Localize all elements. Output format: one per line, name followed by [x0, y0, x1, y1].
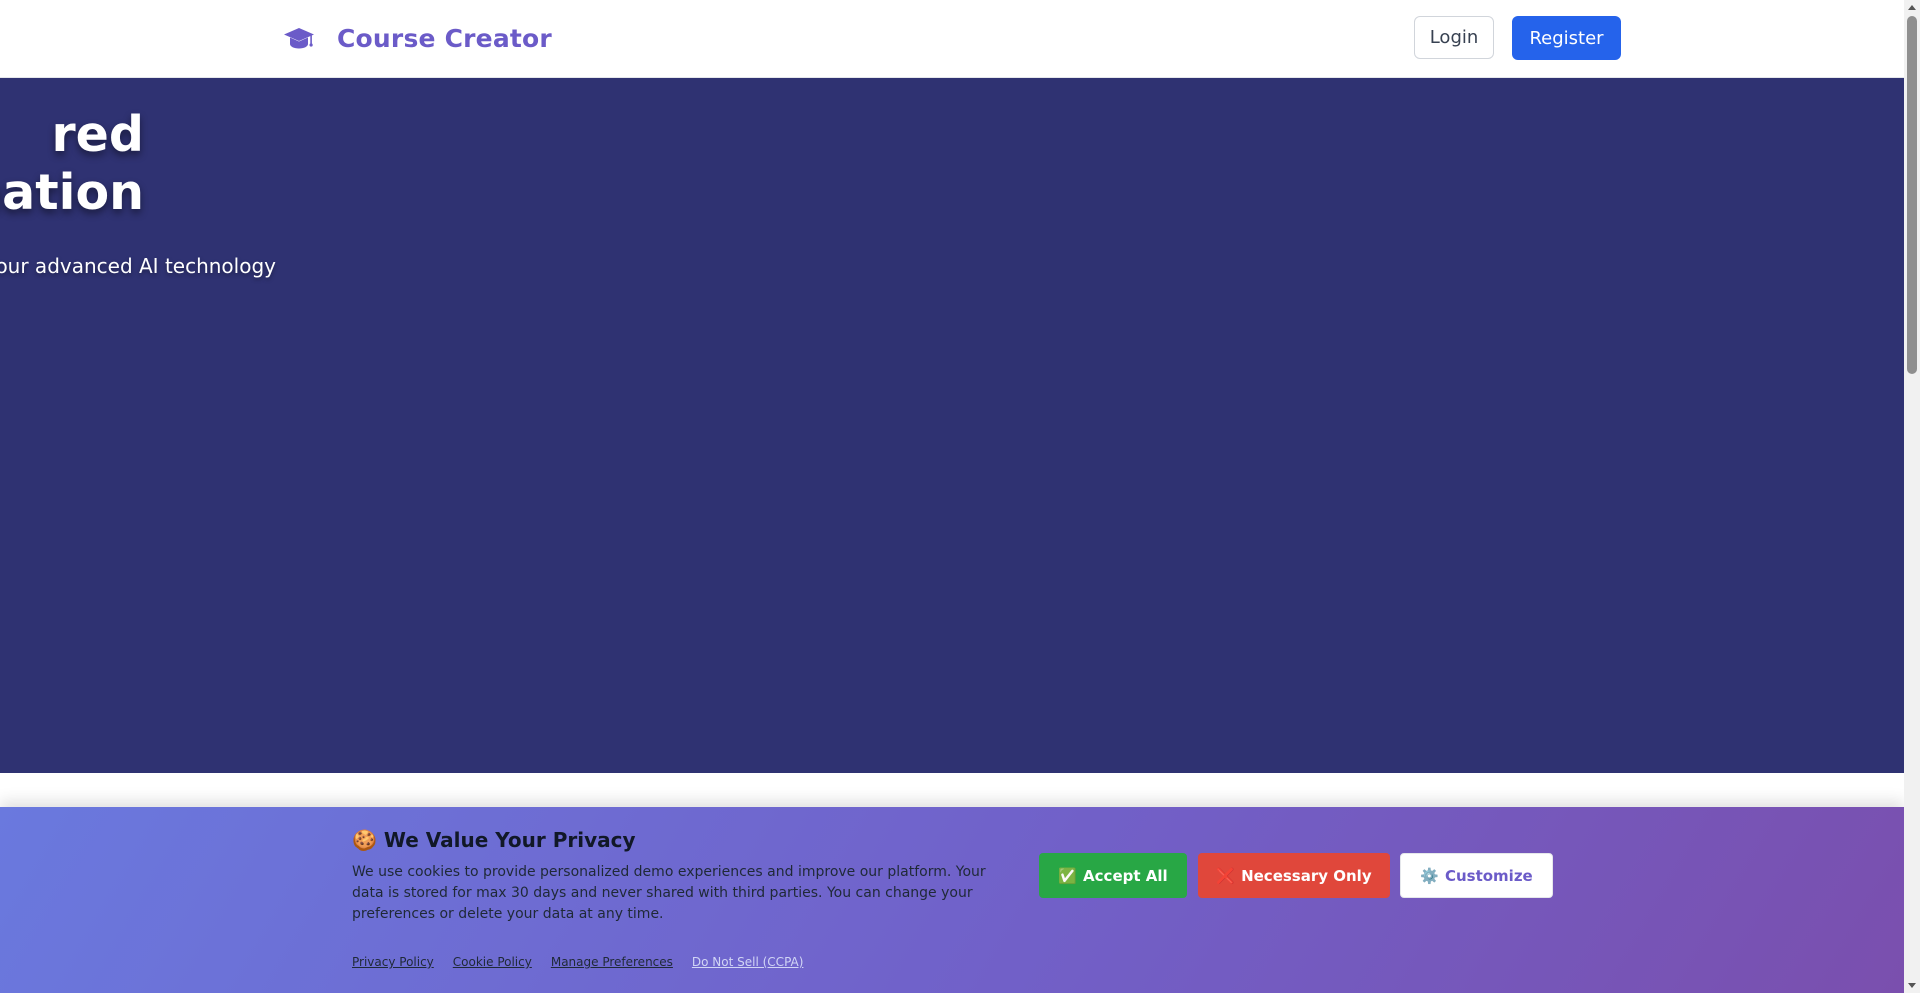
cookie-links: Privacy Policy Cookie Policy Manage Pref…: [352, 955, 803, 969]
register-button[interactable]: Register: [1512, 16, 1621, 60]
vertical-scrollbar[interactable]: [1904, 0, 1920, 993]
hero-subtitle: n our advanced AI technology: [0, 254, 276, 278]
scroll-up-arrow-icon[interactable]: [1908, 5, 1916, 10]
do-not-sell-link[interactable]: Do Not Sell (CCPA): [692, 955, 804, 969]
scroll-down-arrow-icon[interactable]: [1908, 983, 1916, 988]
privacy-policy-link[interactable]: Privacy Policy: [352, 955, 434, 969]
graduation-cap-icon: [284, 28, 314, 49]
hero-section: red eation n our advanced AI technology: [0, 78, 1904, 773]
accept-all-button[interactable]: ✅ Accept All: [1039, 853, 1187, 898]
necessary-only-label: Necessary Only: [1241, 866, 1372, 885]
scrollbar-thumb[interactable]: [1907, 16, 1917, 374]
cookie-policy-link[interactable]: Cookie Policy: [453, 955, 532, 969]
login-button[interactable]: Login: [1414, 16, 1494, 59]
cookie-consent-banner: 🍪 We Value Your Privacy We use cookies t…: [0, 807, 1904, 993]
cookie-banner-text: We use cookies to provide personalized d…: [352, 864, 986, 922]
accept-all-label: Accept All: [1083, 866, 1168, 885]
check-icon: ✅: [1058, 866, 1078, 885]
page: Course Creator Login Register red eation…: [0, 0, 1920, 993]
hero-title-line: eation: [0, 164, 144, 221]
cross-icon: ❌: [1216, 866, 1236, 885]
customize-label: Customize: [1444, 866, 1533, 885]
hero-title: red eation: [0, 106, 144, 222]
cookie-banner-title: 🍪 We Value Your Privacy: [352, 828, 636, 852]
site-header: Course Creator Login Register: [0, 0, 1904, 78]
gear-icon: ⚙️: [1420, 866, 1439, 885]
hero-title-line: red: [51, 106, 144, 163]
customize-button[interactable]: ⚙️ Customize: [1400, 853, 1553, 898]
brand-name: Course Creator: [337, 23, 552, 53]
manage-preferences-link[interactable]: Manage Preferences: [551, 955, 673, 969]
necessary-only-button[interactable]: ❌ Necessary Only: [1198, 853, 1390, 898]
brand[interactable]: Course Creator: [283, 22, 552, 54]
